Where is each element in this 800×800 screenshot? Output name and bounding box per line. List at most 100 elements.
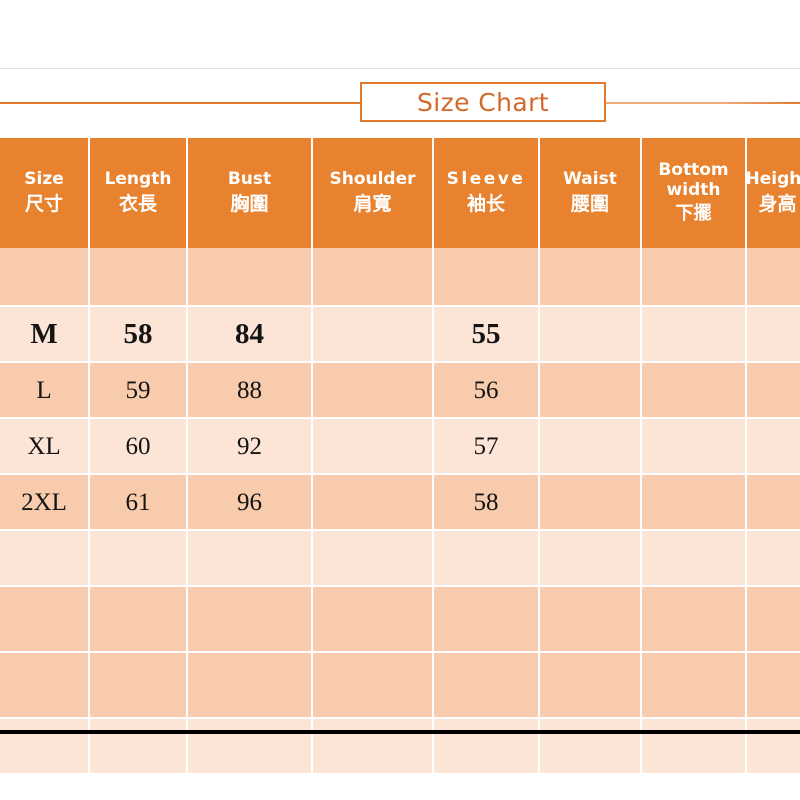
spacer-cell (540, 719, 642, 775)
spacer-cell (313, 653, 434, 719)
spacer-cell (642, 531, 747, 587)
table-header-row: Size 尺寸 Length 衣長 Bust 胸圍 Shoulder 肩寬 Sl… (0, 138, 800, 248)
spacer-cell (90, 719, 188, 775)
title-rule-left (0, 102, 370, 104)
cell-value: 57 (473, 432, 499, 460)
spacer-cell (747, 531, 800, 587)
spacer-cell (642, 653, 747, 719)
column-header-length-en: Length (104, 169, 172, 190)
cell-waist (540, 419, 642, 475)
table-spacer-row (0, 587, 800, 653)
spacer-cell (747, 248, 800, 307)
spacer-cell (540, 531, 642, 587)
cell-value: 61 (125, 488, 151, 516)
spacer-cell (90, 653, 188, 719)
cell-length: 61 (90, 475, 188, 531)
cell-bottom-width (642, 363, 747, 419)
spacer-cell (313, 248, 434, 307)
spacer-cell (434, 653, 540, 719)
spacer-cell (0, 719, 90, 775)
spacer-cell (90, 531, 188, 587)
spacer-cell (0, 531, 90, 587)
cell-size: 2XL (0, 475, 90, 531)
spacer-cell (540, 587, 642, 653)
table-row: XL 60 92 57 (0, 419, 800, 475)
column-header-height: Height 身高 (747, 138, 800, 248)
cell-bottom-width (642, 419, 747, 475)
column-header-bust-cn: 胸圍 (230, 192, 269, 215)
cell-bottom-width (642, 475, 747, 531)
cell-value: 2XL (21, 488, 67, 516)
cell-value: 58 (123, 317, 153, 350)
cell-value: 60 (125, 432, 151, 460)
cell-height (747, 475, 800, 531)
spacer-cell (434, 719, 540, 775)
spacer-cell (540, 653, 642, 719)
bottom-divider (0, 730, 800, 734)
cell-value: 84 (235, 317, 264, 350)
column-header-bust-en: Bust (227, 169, 272, 190)
cell-value: 55 (471, 317, 501, 350)
column-header-bottom-width-cn: 下擺 (675, 203, 712, 225)
spacer-cell (188, 653, 313, 719)
cell-size: M (0, 307, 90, 363)
table-spacer-row (0, 248, 800, 307)
cell-height (747, 363, 800, 419)
column-header-size-cn: 尺寸 (24, 192, 63, 215)
spacer-cell (90, 248, 188, 307)
size-chart-page: Size Chart Size 尺寸 Length 衣長 Bust 胸圍 Sho… (0, 0, 800, 800)
spacer-cell (642, 719, 747, 775)
spacer-cell (540, 248, 642, 307)
spacer-cell (0, 587, 90, 653)
spacer-cell (313, 719, 434, 775)
spacer-cell (188, 531, 313, 587)
table-spacer-row (0, 653, 800, 719)
table-spacer-row (0, 719, 800, 775)
spacer-cell (90, 587, 188, 653)
cell-value: L (36, 376, 52, 404)
cell-sleeve: 56 (434, 363, 540, 419)
cell-sleeve: 55 (434, 307, 540, 363)
cell-value: 58 (473, 488, 499, 516)
cell-length: 60 (90, 419, 188, 475)
column-header-length: Length 衣長 (90, 138, 188, 248)
cell-value: 88 (237, 376, 262, 404)
cell-shoulder (313, 419, 434, 475)
table-row: M 58 84 55 (0, 307, 800, 363)
spacer-cell (0, 653, 90, 719)
spacer-cell (0, 248, 90, 307)
cell-sleeve: 58 (434, 475, 540, 531)
cell-sleeve: 57 (434, 419, 540, 475)
title-rule-right (600, 102, 800, 104)
table-row: 2XL 61 96 58 (0, 475, 800, 531)
spacer-cell (747, 653, 800, 719)
cell-value: XL (27, 432, 61, 460)
cell-size: L (0, 363, 90, 419)
table-row: L 59 88 56 (0, 363, 800, 419)
column-header-waist: Waist 腰圍 (540, 138, 642, 248)
spacer-cell (642, 248, 747, 307)
column-header-bottom-width: Bottom width 下擺 (642, 138, 747, 248)
column-header-size: Size 尺寸 (0, 138, 90, 248)
spacer-cell (434, 248, 540, 307)
cell-shoulder (313, 363, 434, 419)
cell-length: 59 (90, 363, 188, 419)
cell-value: M (30, 317, 58, 350)
spacer-cell (642, 587, 747, 653)
column-header-size-en: Size (24, 169, 64, 190)
column-header-sleeve: Sleeve 袖长 (434, 138, 540, 248)
cell-waist (540, 363, 642, 419)
spacer-cell (434, 587, 540, 653)
cell-bust: 88 (188, 363, 313, 419)
column-header-shoulder-cn: 肩寬 (353, 192, 392, 215)
column-header-shoulder-en: Shoulder (329, 169, 416, 190)
cell-height (747, 307, 800, 363)
column-header-height-en: Height (747, 169, 800, 190)
column-header-sleeve-en: Sleeve (446, 169, 526, 190)
column-header-shoulder: Shoulder 肩寬 (313, 138, 434, 248)
column-header-waist-cn: 腰圍 (570, 192, 609, 215)
spacer-cell (313, 587, 434, 653)
cell-bust: 92 (188, 419, 313, 475)
column-header-length-cn: 衣長 (118, 192, 157, 215)
cell-size: XL (0, 419, 90, 475)
